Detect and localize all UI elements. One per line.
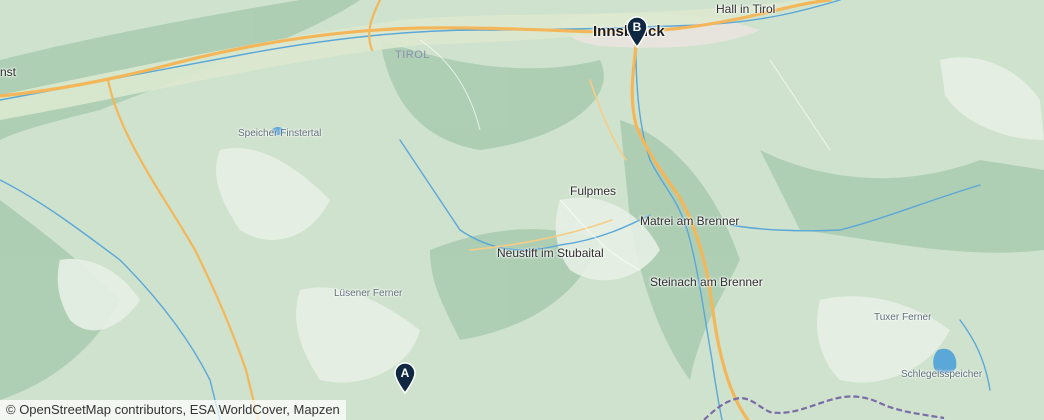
label-left-edge-town: nst	[0, 65, 17, 79]
label-steinach-am-brenner: Steinach am Brenner	[650, 275, 763, 289]
label-luesener-ferner: Lüsener Ferner	[334, 288, 403, 299]
start-marker-letter: A	[400, 366, 410, 380]
label-neustift-im-stubaital: Neustift im Stubaital	[497, 246, 604, 260]
label-speicher-finstertal: Speicher Finstertal	[238, 128, 322, 139]
label-fulpmes: Fulpmes	[570, 184, 617, 198]
end-marker-letter: B	[632, 20, 642, 34]
map-attribution[interactable]: © OpenStreetMap contributors, ESA WorldC…	[0, 400, 346, 420]
label-tirol: TIROL	[395, 49, 430, 61]
start-marker[interactable]: A	[393, 362, 417, 395]
label-matrei-am-brenner: Matrei am Brenner	[640, 214, 740, 228]
terrain-layer	[0, 0, 1044, 420]
end-marker[interactable]: B	[625, 16, 649, 49]
map-canvas[interactable]: Innsbruck Hall in Tirol TIROL Speicher F…	[0, 0, 1044, 420]
label-tuxer-ferner: Tuxer Ferner	[874, 312, 932, 323]
label-schlegeisspeicher: Schlegeisspeicher	[901, 369, 983, 380]
label-hall-in-tirol: Hall in Tirol	[716, 2, 776, 16]
